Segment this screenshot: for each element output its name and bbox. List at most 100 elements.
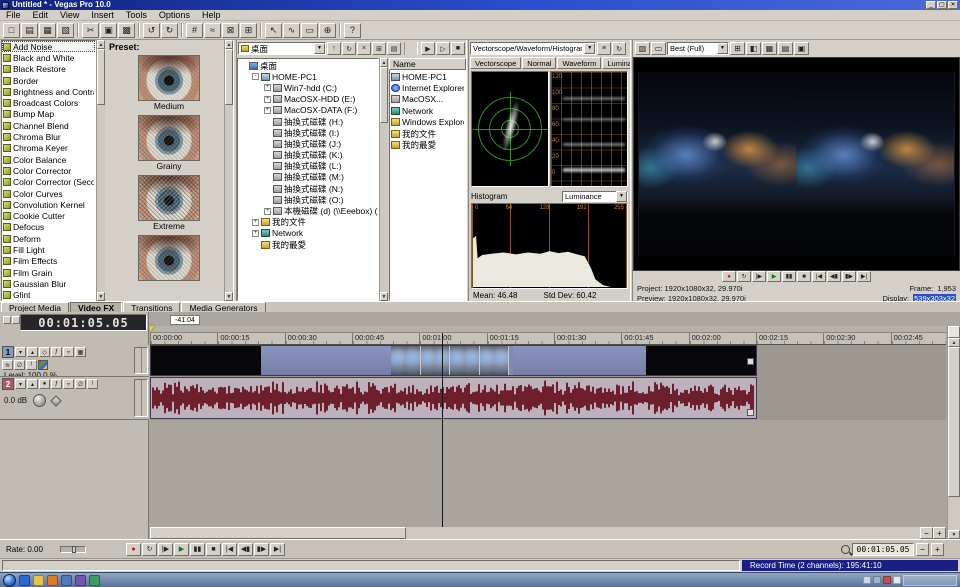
chevron-down-icon[interactable]: ▼ (314, 43, 325, 54)
record-button[interactable]: ● (722, 271, 736, 282)
tree-item[interactable]: 抽換式磁碟 (L:) (238, 161, 378, 172)
menu-help[interactable]: Help (196, 10, 227, 21)
cursor-timecode[interactable]: 00:01:05.05 (852, 543, 914, 556)
previous-frame-button[interactable]: ◀▮ (827, 271, 841, 282)
taskbar-clock[interactable] (903, 575, 957, 586)
edit-cursor[interactable] (442, 333, 443, 527)
preset-item[interactable]: Medium (138, 55, 200, 111)
tree-expander-icon[interactable] (264, 174, 271, 181)
previous-frame-button[interactable]: ◀▮ (238, 543, 253, 556)
zoom-edit-tool-button[interactable]: ⊕ (319, 23, 336, 38)
whats-this-help-button[interactable]: ? (344, 23, 361, 38)
envelope-edit-tool-button[interactable]: ∿ (283, 23, 300, 38)
tree-expander-icon[interactable]: + (264, 208, 271, 215)
track-height-zoom-out-button[interactable]: − (916, 543, 929, 556)
tree-scrollbar[interactable]: ▲ ▼ (379, 58, 388, 301)
separator[interactable] (181, 23, 183, 37)
track-fx-button[interactable]: ƒ (51, 379, 62, 389)
ruler-mark[interactable]: 00:02:15 (756, 333, 823, 344)
video-overlays-button[interactable]: ⊞ (730, 42, 745, 55)
file-item[interactable]: Network (390, 105, 465, 116)
tree-expander-icon[interactable]: + (264, 96, 271, 103)
separator[interactable] (339, 23, 341, 37)
taskbar-folder-icon[interactable] (33, 575, 44, 586)
ruler-mark[interactable]: 00:02:45 (891, 333, 946, 344)
views-button[interactable]: ▤ (387, 42, 401, 55)
tree-expander-icon[interactable] (264, 152, 271, 159)
go-to-end-button[interactable]: ▶| (270, 543, 285, 556)
redo-button[interactable]: ↻ (161, 23, 178, 38)
track-color-chip[interactable] (38, 360, 48, 370)
marker-bar[interactable] (150, 326, 946, 333)
chevron-down-icon[interactable]: ▼ (717, 43, 728, 54)
address-dropdown[interactable]: 桌面 ▼ (238, 42, 326, 55)
timeline-marker-icon[interactable] (150, 326, 154, 332)
zoom-out-button[interactable]: − (920, 527, 933, 539)
go-to-start-button[interactable]: |◀ (222, 543, 237, 556)
up-one-level-button[interactable]: ↑ (327, 42, 341, 55)
ruler-mark[interactable]: 00:00:00 (150, 333, 217, 344)
separator[interactable] (404, 42, 418, 55)
track-fx-button[interactable]: ƒ (51, 347, 62, 357)
taskbar-ie-icon[interactable] (19, 575, 30, 586)
file-item[interactable]: MacOSX... (390, 94, 465, 105)
tree-item[interactable]: 抽換式磁碟 (J:) (238, 138, 378, 149)
file-item[interactable]: Windows Explorer (390, 117, 465, 128)
go-to-start-button[interactable]: |◀ (812, 271, 826, 282)
fx-list-item[interactable]: Gaussian Blur (2, 278, 95, 289)
track-volume-label[interactable]: 0.0 dB (2, 396, 27, 405)
solo-button[interactable]: ! (87, 379, 98, 389)
tree-item[interactable]: + Win7-hdd (C:) (238, 82, 378, 93)
tree-item[interactable]: 抽換式磁碟 (H:) (238, 116, 378, 127)
tree-item[interactable]: 桌面 (238, 60, 378, 71)
loop-playback-button[interactable]: ↻ (737, 271, 751, 282)
loop-playback-button[interactable]: ↻ (142, 543, 157, 556)
minimize-track-button[interactable]: ▾ (15, 379, 26, 389)
separator[interactable] (260, 23, 262, 37)
ruler-mark[interactable]: 00:01:00 (419, 333, 486, 344)
fx-list-item[interactable]: Color Corrector (2, 165, 95, 176)
ruler-mark[interactable]: 00:01:30 (554, 333, 621, 344)
minimize-button[interactable]: _ (926, 1, 936, 9)
audio-event[interactable] (150, 377, 757, 419)
lock-envelopes-button[interactable]: ⊠ (222, 23, 239, 38)
fx-list-scrollbar[interactable]: ▲ ▼ (96, 40, 105, 301)
fx-list-item[interactable]: Chroma Blur (2, 131, 95, 142)
mute-button[interactable]: ∅ (14, 360, 25, 370)
taskbar-app-blue-icon[interactable] (61, 575, 72, 586)
next-frame-button[interactable]: ▮▶ (842, 271, 856, 282)
zoom-in-button[interactable]: + (933, 527, 946, 539)
fader-handle[interactable] (50, 395, 61, 406)
tree-expander-icon[interactable]: + (252, 230, 259, 237)
ruler-mark[interactable]: 00:01:15 (487, 333, 554, 344)
close-button[interactable]: ✕ (948, 1, 958, 9)
tree-expander-icon[interactable]: + (264, 107, 271, 114)
minimize-track-button[interactable]: ▾ (15, 347, 26, 357)
arm-for-record-button[interactable]: ● (39, 379, 50, 389)
audio-track-row[interactable] (150, 377, 946, 420)
menu-insert[interactable]: Insert (85, 10, 120, 21)
taskbar-media-player-icon[interactable] (47, 575, 58, 586)
chevron-down-icon[interactable]: ▼ (616, 191, 627, 202)
ruler-mark[interactable]: 00:02:30 (823, 333, 890, 344)
file-item[interactable]: HOME-PC1 (390, 71, 465, 82)
menu-view[interactable]: View (54, 10, 85, 21)
preset-thumbnail[interactable] (138, 175, 200, 221)
preset-thumbnail[interactable] (138, 235, 200, 281)
selection-edit-tool-button[interactable]: ▭ (301, 23, 318, 38)
fx-list-item[interactable]: Channel Blend (2, 120, 95, 131)
fx-list-item[interactable]: Film Effects (2, 256, 95, 267)
tray-volume-icon[interactable] (863, 576, 871, 584)
solo-button[interactable]: ! (26, 360, 37, 370)
tray-language-icon[interactable] (893, 576, 901, 584)
stop-button[interactable]: ■ (797, 271, 811, 282)
refresh-scope-button[interactable]: ↻ (612, 42, 626, 55)
fx-list-item[interactable]: Add Noise (2, 41, 95, 52)
automation-settings-button[interactable]: ▿ (63, 379, 74, 389)
tree-item[interactable]: 我的最愛 (238, 239, 378, 250)
scroll-down-icon[interactable]: ▼ (948, 530, 960, 539)
scroll-down-icon[interactable]: ▼ (97, 292, 105, 301)
tree-expander-icon[interactable]: - (252, 73, 259, 80)
normal-edit-tool-button[interactable]: ↖ (265, 23, 282, 38)
open-button[interactable]: ▤ (21, 23, 38, 38)
